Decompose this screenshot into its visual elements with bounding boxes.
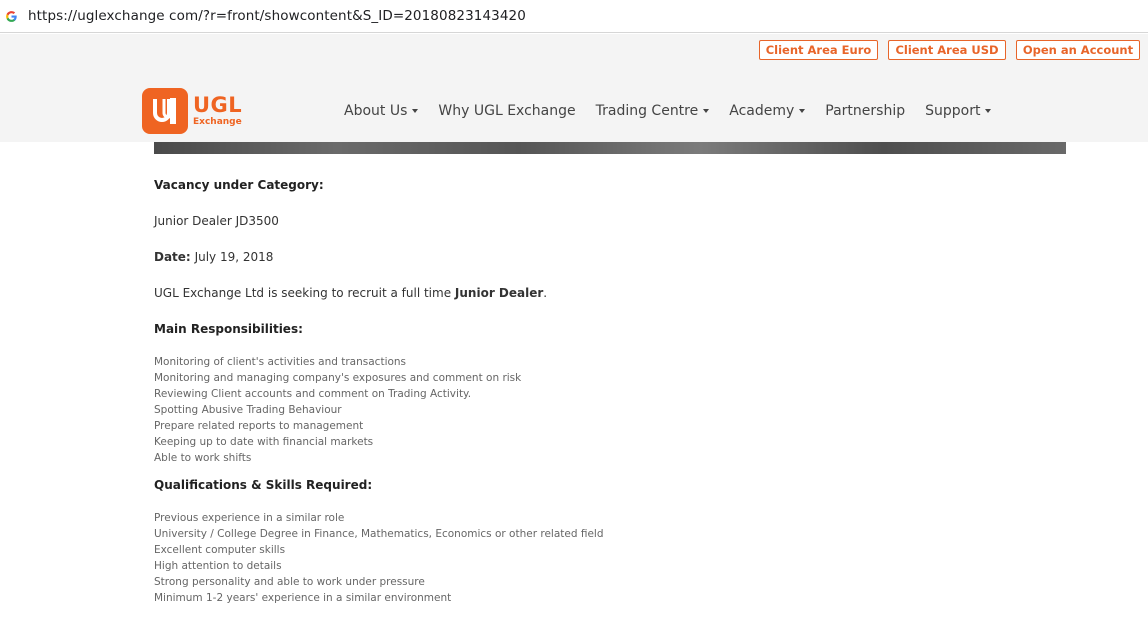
- list-item: Spotting Abusive Trading Behaviour: [154, 404, 342, 416]
- open-account-button[interactable]: Open an Account: [1016, 40, 1140, 60]
- responsibilities-heading: Main Responsibilities:: [154, 322, 303, 336]
- list-item: Able to work shifts: [154, 452, 252, 464]
- list-item: Monitoring of client's activities and tr…: [154, 356, 407, 368]
- list-item: Monitoring and managing company's exposu…: [154, 372, 522, 384]
- client-area-usd-button[interactable]: Client Area USD: [888, 40, 1006, 60]
- vacancy-heading: Vacancy under Category:: [154, 178, 324, 192]
- list-item: University / College Degree in Finance, …: [154, 528, 604, 540]
- nav-label: Academy: [729, 103, 795, 119]
- nav-about-us[interactable]: About Us: [344, 103, 419, 119]
- list-item: Minimum 1-2 years' experience in a simil…: [154, 592, 452, 604]
- list-item: Reviewing Client accounts and comment on…: [154, 388, 472, 400]
- nav-label: Why UGL Exchange: [438, 103, 576, 119]
- responsibilities-list: Monitoring of client's activities and tr…: [154, 354, 521, 466]
- nav-support[interactable]: Support: [925, 103, 992, 119]
- banner-image: [154, 142, 1066, 154]
- address-bar[interactable]: https://uglexchange com/?r=front/showcon…: [0, 0, 1148, 33]
- qualifications-heading: Qualifications & Skills Required:: [154, 478, 373, 492]
- nav-partnership[interactable]: Partnership: [825, 103, 905, 119]
- list-item: Keeping up to date with financial market…: [154, 436, 374, 448]
- client-area-euro-button[interactable]: Client Area Euro: [759, 40, 878, 60]
- caret-down-icon: [799, 109, 806, 113]
- list-item: Excellent computer skills: [154, 544, 286, 556]
- site-header: UGL Exchange About Us Why UGL Exchange T…: [0, 80, 1148, 142]
- date-line: Date: July 19, 2018: [154, 250, 273, 264]
- intro-end: .: [543, 286, 548, 300]
- caret-down-icon: [985, 109, 992, 113]
- top-strip: Client Area Euro Client Area USD Open an…: [0, 34, 1148, 80]
- logo-mark-icon: [142, 88, 188, 134]
- list-item: High attention to details: [154, 560, 282, 572]
- google-icon: [4, 9, 18, 23]
- nav-label: About Us: [344, 103, 408, 119]
- logo-subtitle: Exchange: [193, 117, 242, 127]
- intro-role: Junior Dealer: [454, 286, 544, 300]
- date-label: Date:: [154, 250, 191, 264]
- list-item: Previous experience in a similar role: [154, 512, 345, 524]
- date-value: July 19, 2018: [194, 250, 274, 264]
- nav-label: Partnership: [825, 103, 906, 119]
- url-text[interactable]: https://uglexchange com/?r=front/showcon…: [28, 8, 526, 24]
- logo-name: UGL: [193, 93, 243, 117]
- caret-down-icon: [703, 109, 710, 113]
- nav-why-ugl[interactable]: Why UGL Exchange: [438, 103, 575, 119]
- list-item: Prepare related reports to management: [154, 420, 364, 432]
- intro-paragraph: UGL Exchange Ltd is seeking to recruit a…: [154, 286, 547, 300]
- vacancy-title: Junior Dealer JD3500: [154, 214, 279, 228]
- list-item: Strong personality and able to work unde…: [154, 576, 425, 588]
- qualifications-list: Previous experience in a similar role Un…: [154, 510, 604, 606]
- intro-text: UGL Exchange Ltd is seeking to recruit a…: [154, 286, 455, 300]
- nav-academy[interactable]: Academy: [729, 103, 806, 119]
- logo[interactable]: UGL Exchange: [142, 88, 242, 134]
- nav-label: Support: [925, 103, 981, 119]
- caret-down-icon: [412, 109, 419, 113]
- logo-text: UGL Exchange: [193, 95, 242, 127]
- nav-trading-centre[interactable]: Trading Centre: [596, 103, 710, 119]
- nav-label: Trading Centre: [595, 103, 699, 119]
- main-nav: About Us Why UGL Exchange Trading Centre…: [344, 80, 1011, 142]
